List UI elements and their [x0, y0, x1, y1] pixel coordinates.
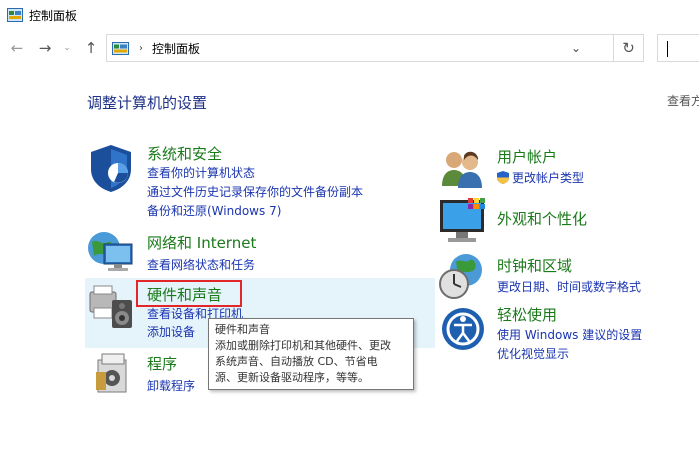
user-accounts-icon	[442, 151, 482, 188]
address-bar[interactable]: › 控制面板 ⌄	[106, 34, 614, 62]
category-ease-of-access[interactable]: 轻松使用	[497, 304, 557, 325]
tooltip-line: 源、更新设备驱动程序，等等。	[215, 371, 369, 384]
recent-locations-chevron-icon[interactable]: ⌄	[60, 38, 74, 58]
link-network-status[interactable]: 查看网络状态和任务	[147, 256, 255, 273]
ease-of-access-icon	[442, 308, 484, 350]
link-optimize-display[interactable]: 优化视觉显示	[497, 345, 569, 362]
link-label: 更改帐户类型	[512, 171, 585, 185]
address-dropdown-icon[interactable]: ⌄	[571, 41, 581, 55]
shield-icon	[91, 145, 131, 192]
link-view-computer-status[interactable]: 查看你的计算机状态	[147, 164, 255, 181]
link-change-account-type[interactable]: 更改帐户类型	[497, 169, 584, 186]
network-globe-icon	[88, 232, 133, 271]
printer-speaker-icon	[89, 285, 132, 328]
tooltip: 硬件和声音 添加或删除打印机和其他硬件、更改 系统声音、自动播放 CD、节省电 …	[208, 318, 414, 390]
category-system-security[interactable]: 系统和安全	[147, 143, 222, 164]
back-arrow-icon[interactable]: ←	[7, 38, 27, 58]
category-clock-region[interactable]: 时钟和区域	[497, 255, 572, 276]
link-add-device[interactable]: 添加设备	[147, 323, 195, 340]
link-backup-restore[interactable]: 备份和还原(Windows 7)	[147, 202, 281, 219]
up-arrow-icon[interactable]: ↑	[81, 38, 101, 58]
category-user-accounts[interactable]: 用户帐户	[497, 146, 557, 167]
highlight-annotation-box	[136, 280, 242, 307]
window-title: 控制面板	[29, 8, 78, 23]
search-input[interactable]	[657, 34, 699, 62]
breadcrumb[interactable]: 控制面板	[152, 40, 200, 57]
control-panel-icon	[7, 8, 23, 22]
category-programs[interactable]: 程序	[147, 353, 177, 374]
category-appearance[interactable]: 外观和个性化	[497, 208, 587, 229]
breadcrumb-separator-icon: ›	[139, 42, 143, 54]
title-bar: 控制面板	[0, 0, 699, 30]
link-change-date-time[interactable]: 更改日期、时间或数字格式	[497, 278, 641, 295]
tooltip-line: 添加或删除打印机和其他硬件、更改	[215, 339, 391, 352]
programs-icon	[96, 353, 127, 393]
category-network-internet[interactable]: 网络和 Internet	[147, 232, 256, 253]
appearance-monitor-icon	[440, 198, 485, 242]
link-file-history[interactable]: 通过文件历史记录保存你的文件备份副本	[147, 183, 363, 200]
forward-arrow-icon[interactable]: →	[35, 38, 55, 58]
navigation-bar: ← → ⌄ ↑ › 控制面板 ⌄ ↻	[0, 32, 699, 64]
uac-shield-icon	[497, 171, 509, 184]
page-title: 调整计算机的设置	[87, 94, 208, 112]
tooltip-title: 硬件和声音	[215, 323, 270, 336]
link-recommended-settings[interactable]: 使用 Windows 建议的设置	[497, 326, 642, 343]
refresh-icon[interactable]: ↻	[614, 34, 644, 62]
control-panel-icon	[112, 41, 129, 55]
tooltip-line: 系统声音、自动播放 CD、节省电	[215, 355, 378, 368]
link-uninstall-program[interactable]: 卸载程序	[147, 377, 195, 394]
view-by-label[interactable]: 查看方式	[667, 92, 699, 109]
clock-globe-icon	[439, 254, 482, 299]
